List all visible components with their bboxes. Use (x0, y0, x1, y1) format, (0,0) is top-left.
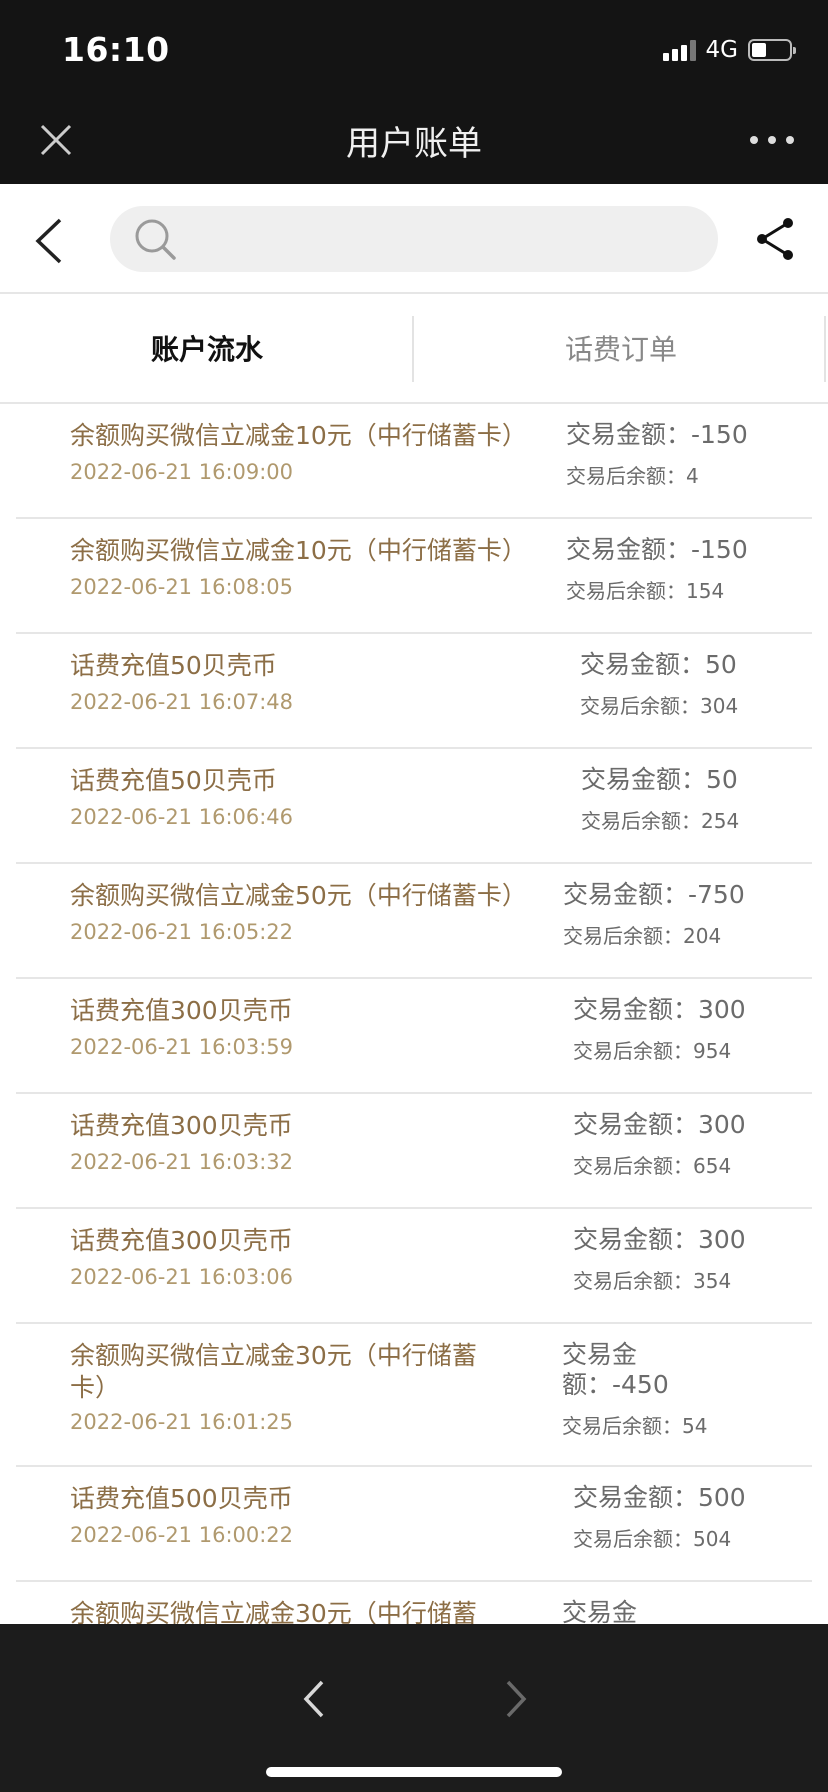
transaction-amount: 交易金额：300 (573, 1110, 746, 1139)
transaction-row[interactable]: 话费充值300贝壳币 2022-06-21 16:03:59 交易金额：300 交易后… (16, 979, 812, 1094)
transaction-balance: 交易后余额：204 (563, 924, 722, 948)
transaction-time: 2022-06-21 16:05:22 (70, 920, 294, 944)
more-dot-icon (768, 136, 776, 144)
transaction-balance: 交易后余额：354 (573, 1269, 732, 1293)
transaction-row[interactable]: 话费充值500贝壳币 2022-06-21 16:00:22 交易金额：500 交易后… (16, 1467, 812, 1582)
transaction-row[interactable]: 话费充值50贝壳币 2022-06-21 16:07:48 交易金额：50 交易后余额… (16, 634, 812, 749)
transaction-title: 话费充值50贝壳币 (70, 766, 277, 795)
chevron-left-icon (35, 218, 62, 264)
transaction-amount: 交易金额：-750 (563, 880, 745, 909)
transaction-title: 余额购买微信立减金30元（中行储蓄卡） (70, 1341, 477, 1402)
transaction-amount: 交易金额：300 (573, 995, 746, 1024)
transaction-title: 话费充值50贝壳币 (70, 651, 277, 680)
transaction-balance: 交易后余额：304 (580, 694, 739, 718)
browser-back-button[interactable] (296, 1674, 332, 1724)
chevron-right-icon (506, 1680, 527, 1718)
transaction-row[interactable]: 话费充值50贝壳币 2022-06-21 16:06:46 交易金额：50 交易后余额… (16, 749, 812, 864)
search-header (0, 184, 828, 294)
chevron-left-icon (303, 1680, 324, 1718)
tab-bar: 账户流水 话费订单 (0, 294, 828, 404)
transaction-balance: 交易后余额：254 (581, 809, 740, 833)
search-icon (135, 219, 176, 260)
status-time: 16:10 (62, 30, 170, 69)
more-dot-icon (750, 136, 758, 144)
home-indicator (266, 1767, 562, 1777)
more-button[interactable] (750, 130, 794, 150)
browser-forward-button[interactable] (498, 1674, 534, 1724)
status-indicators: 4G (662, 36, 796, 64)
transaction-balance: 交易后余额：504 (573, 1527, 732, 1551)
share-button[interactable] (752, 214, 798, 264)
transaction-row[interactable]: 话费充值300贝壳币 2022-06-21 16:03:06 交易金额：300 交易后… (16, 1209, 812, 1324)
tab-account-flow[interactable]: 账户流水 (0, 294, 414, 402)
transaction-amount: 交易金额：-150 (566, 535, 748, 564)
transaction-amount: 交易金额：50 (581, 765, 738, 794)
transaction-time: 2022-06-21 16:00:22 (70, 1523, 294, 1547)
tab-divider (412, 316, 414, 382)
transaction-balance: 交易后余额：154 (566, 579, 725, 603)
transaction-row[interactable]: 余额购买微信立减金50元（中行储蓄卡） 2022-06-21 16:05:22 交易… (16, 864, 812, 979)
more-dot-icon (786, 136, 794, 144)
transaction-title: 余额购买微信立减金30元（中行储蓄 (70, 1599, 477, 1624)
back-button[interactable] (30, 216, 70, 266)
bottom-nav-bar (0, 1624, 828, 1792)
transaction-amount: 交易金额：500 (573, 1483, 746, 1512)
transaction-title: 话费充值500贝壳币 (70, 1484, 293, 1513)
transaction-balance: 交易后余额：4 (566, 464, 699, 488)
transaction-amount: 交易金额：-450 (562, 1340, 669, 1399)
transaction-row[interactable]: 话费充值300贝壳币 2022-06-21 16:03:32 交易金额：300 交易后… (16, 1094, 812, 1209)
transaction-title: 话费充值300贝壳币 (70, 1226, 293, 1255)
transaction-time: 2022-06-21 16:03:59 (70, 1035, 294, 1059)
transaction-amount: 交易金额：300 (573, 1225, 746, 1254)
transaction-list[interactable]: 余额购买微信立减金10元（中行储蓄卡） 2022-06-21 16:09:00 交易… (0, 404, 828, 1624)
transaction-balance: 交易后余额：954 (573, 1039, 732, 1063)
transaction-time: 2022-06-21 16:09:00 (70, 460, 294, 484)
battery-icon (748, 39, 796, 61)
transaction-balance: 交易后余额：54 (562, 1414, 708, 1438)
status-bar: 16:10 4G (0, 0, 828, 96)
tab-phone-orders[interactable]: 话费订单 (414, 294, 828, 402)
transaction-time: 2022-06-21 16:07:48 (70, 690, 294, 714)
transaction-balance: 交易后余额：654 (573, 1154, 732, 1178)
transaction-row[interactable]: 余额购买微信立减金30元（中行储蓄 交易金 (16, 1582, 812, 1624)
share-icon (757, 218, 793, 260)
transaction-title: 余额购买微信立减金10元（中行储蓄卡） (70, 536, 527, 565)
transaction-amount: 交易金额：50 (580, 650, 737, 679)
transaction-row[interactable]: 余额购买微信立减金10元（中行储蓄卡） 2022-06-21 16:08:05 交易… (16, 519, 812, 634)
transaction-time: 2022-06-21 16:06:46 (70, 805, 294, 829)
page-title: 用户账单 (346, 124, 482, 164)
transaction-time: 2022-06-21 16:03:32 (70, 1150, 294, 1174)
transaction-amount: 交易金 (562, 1598, 638, 1624)
transaction-title: 话费充值300贝壳币 (70, 996, 293, 1025)
transaction-title: 余额购买微信立减金50元（中行储蓄卡） (70, 881, 527, 910)
transaction-row[interactable]: 余额购买微信立减金10元（中行储蓄卡） 2022-06-21 16:09:00 交易… (16, 404, 812, 519)
transaction-time: 2022-06-21 16:01:25 (70, 1410, 294, 1434)
transaction-row[interactable]: 余额购买微信立减金30元（中行储蓄卡） 2022-06-21 16:01:25 交易… (16, 1324, 812, 1467)
network-type: 4G (705, 37, 738, 63)
search-input[interactable] (110, 206, 718, 272)
transaction-time: 2022-06-21 16:08:05 (70, 575, 294, 599)
transaction-title: 话费充值300贝壳币 (70, 1111, 293, 1140)
transaction-title: 余额购买微信立减金10元（中行储蓄卡） (70, 421, 527, 450)
title-bar: 用户账单 (0, 96, 828, 184)
signal-icon (662, 39, 696, 61)
transaction-time: 2022-06-21 16:03:06 (70, 1265, 294, 1289)
transaction-amount: 交易金额：-150 (566, 420, 748, 449)
tab-divider (824, 316, 826, 382)
